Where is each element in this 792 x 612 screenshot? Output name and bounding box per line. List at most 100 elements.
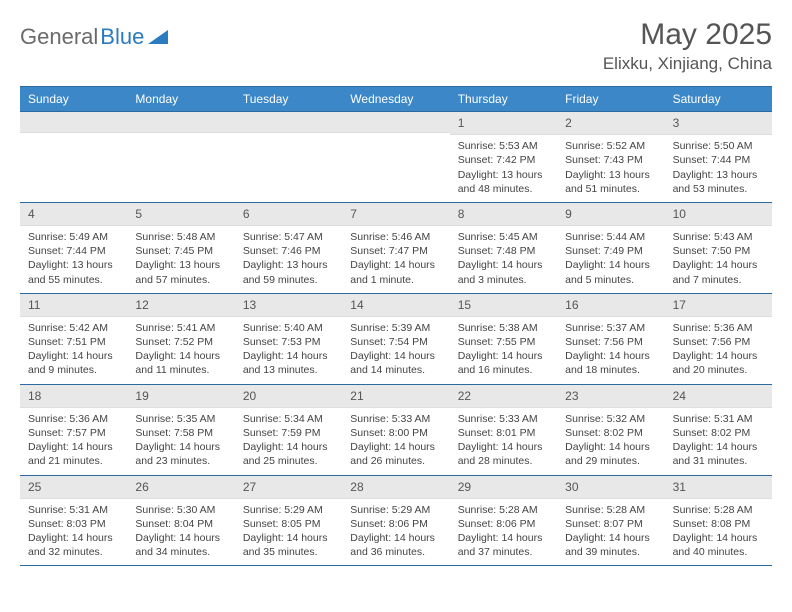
sunrise-text: Sunrise: 5:28 AM — [458, 503, 549, 517]
sunset-text: Sunset: 7:47 PM — [350, 244, 441, 258]
sunset-text: Sunset: 7:53 PM — [243, 335, 334, 349]
day-content: Sunrise: 5:38 AMSunset: 7:55 PMDaylight:… — [450, 317, 557, 384]
day-content: Sunrise: 5:29 AMSunset: 8:06 PMDaylight:… — [342, 499, 449, 566]
daylight-text: Daylight: 13 hours and 51 minutes. — [565, 168, 656, 196]
day-cell: 28Sunrise: 5:29 AMSunset: 8:06 PMDayligh… — [342, 476, 449, 566]
day-number: 11 — [20, 294, 127, 317]
sunrise-text: Sunrise: 5:34 AM — [243, 412, 334, 426]
day-content: Sunrise: 5:44 AMSunset: 7:49 PMDaylight:… — [557, 226, 664, 293]
daylight-text: Daylight: 14 hours and 25 minutes. — [243, 440, 334, 468]
day-content: Sunrise: 5:28 AMSunset: 8:07 PMDaylight:… — [557, 499, 664, 566]
sunset-text: Sunset: 7:55 PM — [458, 335, 549, 349]
day-cell: 8Sunrise: 5:45 AMSunset: 7:48 PMDaylight… — [450, 203, 557, 293]
sunrise-text: Sunrise: 5:41 AM — [135, 321, 226, 335]
daylight-text: Daylight: 14 hours and 9 minutes. — [28, 349, 119, 377]
day-number: 1 — [450, 112, 557, 135]
day-content: Sunrise: 5:40 AMSunset: 7:53 PMDaylight:… — [235, 317, 342, 384]
week-row: 1Sunrise: 5:53 AMSunset: 7:42 PMDaylight… — [20, 111, 772, 202]
daylight-text: Daylight: 13 hours and 55 minutes. — [28, 258, 119, 286]
sunrise-text: Sunrise: 5:53 AM — [458, 139, 549, 153]
sunset-text: Sunset: 7:44 PM — [673, 153, 764, 167]
day-number: 20 — [235, 385, 342, 408]
day-cell: 22Sunrise: 5:33 AMSunset: 8:01 PMDayligh… — [450, 385, 557, 475]
day-content: Sunrise: 5:49 AMSunset: 7:44 PMDaylight:… — [20, 226, 127, 293]
location: Elixku, Xinjiang, China — [603, 54, 772, 74]
sunset-text: Sunset: 7:51 PM — [28, 335, 119, 349]
daylight-text: Daylight: 13 hours and 48 minutes. — [458, 168, 549, 196]
day-number — [342, 112, 449, 133]
daylight-text: Daylight: 14 hours and 1 minute. — [350, 258, 441, 286]
day-content: Sunrise: 5:36 AMSunset: 7:57 PMDaylight:… — [20, 408, 127, 475]
calendar-bottom-border — [20, 565, 772, 566]
sunset-text: Sunset: 8:02 PM — [565, 426, 656, 440]
day-content: Sunrise: 5:42 AMSunset: 7:51 PMDaylight:… — [20, 317, 127, 384]
day-number: 14 — [342, 294, 449, 317]
sunrise-text: Sunrise: 5:47 AM — [243, 230, 334, 244]
day-cell: 20Sunrise: 5:34 AMSunset: 7:59 PMDayligh… — [235, 385, 342, 475]
sunrise-text: Sunrise: 5:43 AM — [673, 230, 764, 244]
daylight-text: Daylight: 13 hours and 53 minutes. — [673, 168, 764, 196]
sunset-text: Sunset: 7:52 PM — [135, 335, 226, 349]
daylight-text: Daylight: 14 hours and 36 minutes. — [350, 531, 441, 559]
day-cell: 31Sunrise: 5:28 AMSunset: 8:08 PMDayligh… — [665, 476, 772, 566]
sunrise-text: Sunrise: 5:36 AM — [28, 412, 119, 426]
day-cell — [235, 112, 342, 202]
day-cell: 19Sunrise: 5:35 AMSunset: 7:58 PMDayligh… — [127, 385, 234, 475]
sunrise-text: Sunrise: 5:35 AM — [135, 412, 226, 426]
sunset-text: Sunset: 7:49 PM — [565, 244, 656, 258]
day-cell: 2Sunrise: 5:52 AMSunset: 7:43 PMDaylight… — [557, 112, 664, 202]
day-content: Sunrise: 5:32 AMSunset: 8:02 PMDaylight:… — [557, 408, 664, 475]
day-content: Sunrise: 5:31 AMSunset: 8:02 PMDaylight:… — [665, 408, 772, 475]
day-number: 8 — [450, 203, 557, 226]
daylight-text: Daylight: 14 hours and 39 minutes. — [565, 531, 656, 559]
sunset-text: Sunset: 7:42 PM — [458, 153, 549, 167]
day-content: Sunrise: 5:28 AMSunset: 8:06 PMDaylight:… — [450, 499, 557, 566]
day-content: Sunrise: 5:30 AMSunset: 8:04 PMDaylight:… — [127, 499, 234, 566]
header: General Blue May 2025 Elixku, Xinjiang, … — [20, 18, 772, 74]
day-number: 30 — [557, 476, 664, 499]
daylight-text: Daylight: 14 hours and 37 minutes. — [458, 531, 549, 559]
title-block: May 2025 Elixku, Xinjiang, China — [603, 18, 772, 74]
day-content: Sunrise: 5:52 AMSunset: 7:43 PMDaylight:… — [557, 135, 664, 202]
day-content: Sunrise: 5:33 AMSunset: 8:00 PMDaylight:… — [342, 408, 449, 475]
sunrise-text: Sunrise: 5:33 AM — [350, 412, 441, 426]
logo-text-general: General — [20, 24, 98, 50]
week-row: 18Sunrise: 5:36 AMSunset: 7:57 PMDayligh… — [20, 384, 772, 475]
day-content: Sunrise: 5:46 AMSunset: 7:47 PMDaylight:… — [342, 226, 449, 293]
day-cell: 21Sunrise: 5:33 AMSunset: 8:00 PMDayligh… — [342, 385, 449, 475]
sunset-text: Sunset: 8:02 PM — [673, 426, 764, 440]
day-number: 19 — [127, 385, 234, 408]
day-number: 9 — [557, 203, 664, 226]
day-cell — [20, 112, 127, 202]
daylight-text: Daylight: 13 hours and 59 minutes. — [243, 258, 334, 286]
day-content: Sunrise: 5:36 AMSunset: 7:56 PMDaylight:… — [665, 317, 772, 384]
sunrise-text: Sunrise: 5:49 AM — [28, 230, 119, 244]
day-number: 3 — [665, 112, 772, 135]
sunset-text: Sunset: 8:08 PM — [673, 517, 764, 531]
sunset-text: Sunset: 7:45 PM — [135, 244, 226, 258]
sunset-text: Sunset: 7:46 PM — [243, 244, 334, 258]
daylight-text: Daylight: 14 hours and 3 minutes. — [458, 258, 549, 286]
sunset-text: Sunset: 7:56 PM — [565, 335, 656, 349]
daylight-text: Daylight: 14 hours and 34 minutes. — [135, 531, 226, 559]
daylight-text: Daylight: 14 hours and 23 minutes. — [135, 440, 226, 468]
sunset-text: Sunset: 8:06 PM — [458, 517, 549, 531]
day-number: 18 — [20, 385, 127, 408]
sunrise-text: Sunrise: 5:37 AM — [565, 321, 656, 335]
sunrise-text: Sunrise: 5:31 AM — [673, 412, 764, 426]
day-cell: 29Sunrise: 5:28 AMSunset: 8:06 PMDayligh… — [450, 476, 557, 566]
sunset-text: Sunset: 7:57 PM — [28, 426, 119, 440]
daylight-text: Daylight: 14 hours and 31 minutes. — [673, 440, 764, 468]
day-content: Sunrise: 5:29 AMSunset: 8:05 PMDaylight:… — [235, 499, 342, 566]
daylight-text: Daylight: 14 hours and 26 minutes. — [350, 440, 441, 468]
day-number: 25 — [20, 476, 127, 499]
day-header-row: SundayMondayTuesdayWednesdayThursdayFrid… — [20, 86, 772, 111]
sunrise-text: Sunrise: 5:28 AM — [673, 503, 764, 517]
day-content: Sunrise: 5:48 AMSunset: 7:45 PMDaylight:… — [127, 226, 234, 293]
day-cell: 9Sunrise: 5:44 AMSunset: 7:49 PMDaylight… — [557, 203, 664, 293]
day-cell: 15Sunrise: 5:38 AMSunset: 7:55 PMDayligh… — [450, 294, 557, 384]
day-cell: 23Sunrise: 5:32 AMSunset: 8:02 PMDayligh… — [557, 385, 664, 475]
daylight-text: Daylight: 14 hours and 40 minutes. — [673, 531, 764, 559]
day-cell: 16Sunrise: 5:37 AMSunset: 7:56 PMDayligh… — [557, 294, 664, 384]
daylight-text: Daylight: 14 hours and 7 minutes. — [673, 258, 764, 286]
